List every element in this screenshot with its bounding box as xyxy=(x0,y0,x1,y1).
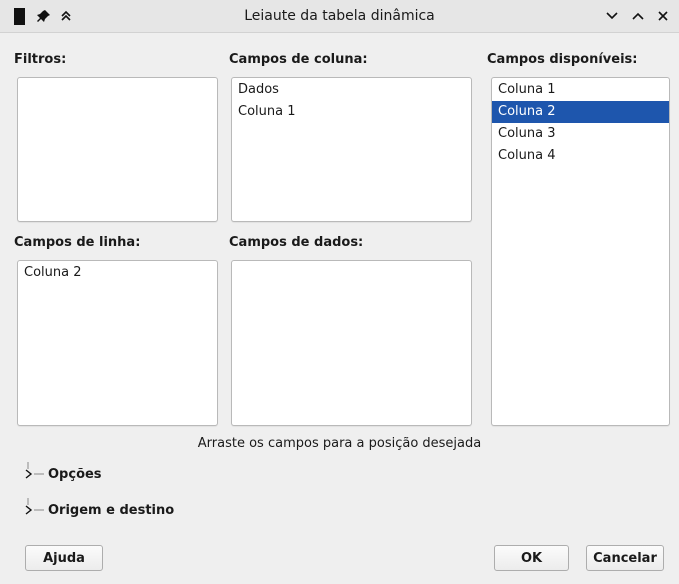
options-expander[interactable]: Opções xyxy=(24,462,102,486)
data-fields-label: Campos de dados: xyxy=(229,235,364,250)
maximize-icon[interactable] xyxy=(630,0,646,32)
help-button[interactable]: Ajuda xyxy=(25,545,103,571)
available-fields-list[interactable]: Coluna 1 Coluna 2 Coluna 3 Coluna 4 xyxy=(491,77,670,426)
expander-arrow-icon xyxy=(24,498,44,522)
ok-button[interactable]: OK xyxy=(494,545,569,571)
filters-label: Filtros: xyxy=(14,52,67,67)
row-fields-list[interactable]: Coluna 2 xyxy=(17,260,218,426)
cancel-button[interactable]: Cancelar xyxy=(586,545,664,571)
expander-arrow-icon xyxy=(24,462,44,486)
list-item-selected[interactable]: Coluna 2 xyxy=(492,101,669,123)
list-item[interactable]: Coluna 1 xyxy=(492,79,669,101)
close-icon[interactable] xyxy=(655,0,671,32)
column-fields-label: Campos de coluna: xyxy=(229,52,368,67)
options-label: Opções xyxy=(48,466,102,482)
data-fields-list[interactable] xyxy=(231,260,472,426)
column-fields-list[interactable]: Dados Coluna 1 xyxy=(231,77,472,222)
source-destination-expander[interactable]: Origem e destino xyxy=(24,498,174,522)
list-item[interactable]: Coluna 2 xyxy=(18,262,217,284)
available-fields-label: Campos disponíveis: xyxy=(487,52,638,67)
list-item[interactable]: Dados xyxy=(232,79,471,101)
window-title: Leiaute da tabela dinâmica xyxy=(244,8,435,24)
title-bar: Leiaute da tabela dinâmica xyxy=(0,0,679,33)
list-item[interactable]: Coluna 3 xyxy=(492,123,669,145)
row-fields-label: Campos de linha: xyxy=(14,235,141,250)
drag-hint: Arraste os campos para a posição desejad… xyxy=(197,436,482,451)
filters-list[interactable] xyxy=(17,77,218,222)
source-destination-label: Origem e destino xyxy=(48,502,175,518)
list-item[interactable]: Coluna 1 xyxy=(232,101,471,123)
list-item[interactable]: Coluna 4 xyxy=(492,145,669,167)
minimize-icon[interactable] xyxy=(604,0,620,32)
